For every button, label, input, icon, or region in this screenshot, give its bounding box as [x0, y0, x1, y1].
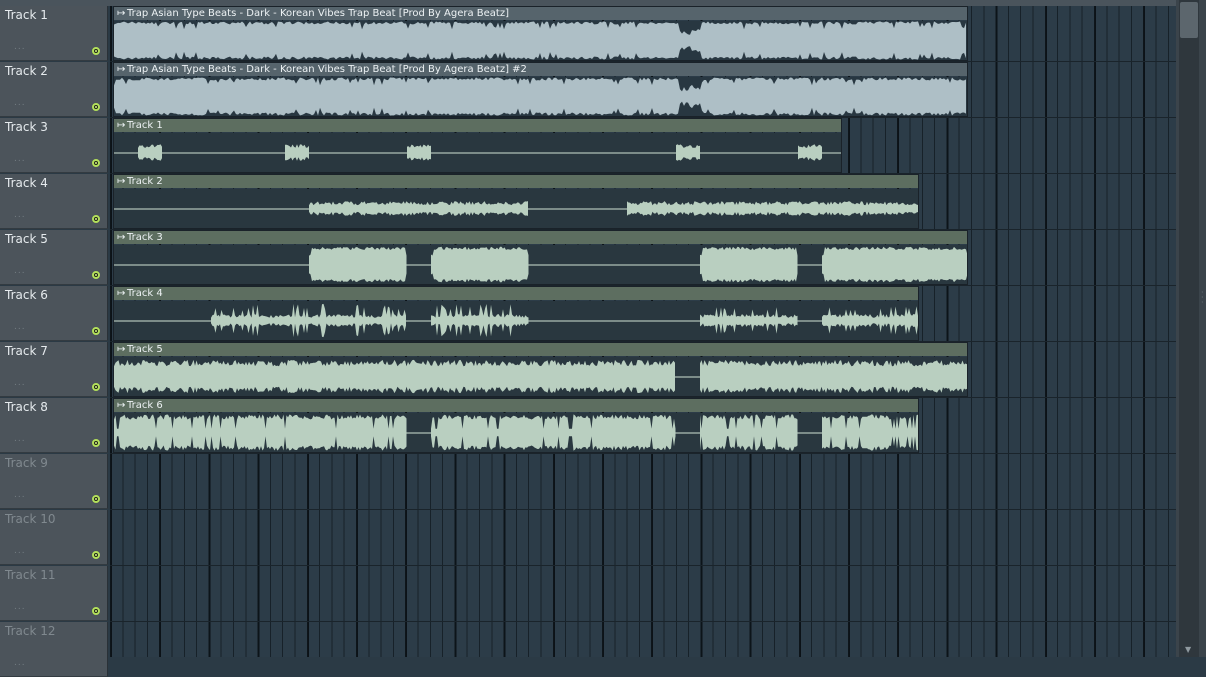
track-header[interactable]: Track 10... [0, 510, 108, 565]
play-arrow-icon: ↦ [117, 288, 126, 299]
track-options-dots[interactable]: ... [14, 378, 26, 388]
track-header[interactable]: Track 3... [0, 118, 108, 173]
play-arrow-icon: ↦ [117, 120, 126, 131]
track-header[interactable]: Track 11... [0, 566, 108, 621]
track-header[interactable]: Track 12... [0, 622, 108, 677]
track-name-label: Track 2 [5, 64, 48, 78]
clip-title-bar[interactable]: ↦ Track 5 [114, 343, 967, 356]
play-arrow-icon: ↦ [117, 344, 126, 355]
mute-led-icon[interactable] [92, 159, 100, 167]
track-options-dots[interactable]: ... [14, 42, 26, 52]
clip-label: Track 5 [127, 344, 163, 355]
clip-title-bar[interactable]: ↦ Track 2 [114, 175, 918, 188]
track-header[interactable]: Track 6... [0, 286, 108, 341]
pattern-clip[interactable]: ↦ Track 3 [113, 230, 968, 285]
clip-label: Track 4 [127, 288, 163, 299]
track-header[interactable]: Track 5... [0, 230, 108, 285]
mute-led-icon[interactable] [92, 215, 100, 223]
mute-led-icon[interactable] [92, 607, 100, 615]
track-options-dots[interactable]: ... [14, 602, 26, 612]
clip-label: Track 2 [127, 176, 163, 187]
row-separator [110, 565, 1176, 566]
waveform [114, 301, 918, 340]
scroll-down-arrow-icon[interactable]: ▼ [1185, 646, 1193, 654]
track-name-label: Track 9 [5, 456, 48, 470]
vertical-scrollbar[interactable]: ▼ · · · [1176, 0, 1206, 657]
clip-title-bar[interactable]: ↦ Track 3 [114, 231, 967, 244]
scrollbar-track[interactable] [1179, 0, 1199, 657]
track-options-dots[interactable]: ... [14, 98, 26, 108]
track-header[interactable]: Track 9... [0, 454, 108, 509]
play-arrow-icon: ↦ [117, 232, 126, 243]
track-options-dots[interactable]: ... [14, 434, 26, 444]
mute-led-icon[interactable] [92, 327, 100, 335]
waveform [114, 21, 967, 60]
track-name-label: Track 1 [5, 8, 48, 22]
track-options-dots[interactable]: ... [14, 490, 26, 500]
row-separator [110, 621, 1176, 622]
clip-label: Track 6 [127, 400, 163, 411]
play-arrow-icon: ↦ [117, 176, 126, 187]
waveform [114, 189, 918, 228]
track-name-label: Track 3 [5, 120, 48, 134]
track-header[interactable]: Track 8... [0, 398, 108, 453]
track-options-dots[interactable]: ... [14, 266, 26, 276]
mute-led-icon[interactable] [92, 551, 100, 559]
clip-label: Track 3 [127, 232, 163, 243]
audio-clip[interactable]: ↦ Trap Asian Type Beats - Dark - Korean V… [113, 6, 968, 61]
play-arrow-icon: ↦ [117, 400, 126, 411]
pattern-clip[interactable]: ↦ Track 1 [113, 118, 842, 173]
playlist-grid[interactable]: ↦ Trap Asian Type Beats - Dark - Korean V… [110, 6, 1176, 657]
waveform [114, 413, 918, 452]
mute-led-icon[interactable] [92, 383, 100, 391]
mute-led-icon[interactable] [92, 103, 100, 111]
resize-grip-icon[interactable]: · · · [1201, 289, 1204, 320]
play-arrow-icon: ↦ [117, 64, 126, 75]
clip-label: Track 1 [127, 120, 163, 131]
track-header[interactable]: Track 1... [0, 6, 108, 61]
track-name-label: Track 4 [5, 176, 48, 190]
waveform [114, 357, 967, 396]
track-options-dots[interactable]: ... [14, 322, 26, 332]
mute-led-icon[interactable] [92, 495, 100, 503]
track-headers: Track 1... Track 2... Track 3... Track 4...… [0, 6, 110, 677]
clip-title-bar[interactable]: ↦ Trap Asian Type Beats - Dark - Korean V… [114, 7, 967, 20]
track-name-label: Track 7 [5, 344, 48, 358]
scrollbar-thumb[interactable] [1180, 2, 1198, 38]
track-options-dots[interactable]: ... [14, 658, 26, 668]
clip-title-bar[interactable]: ↦ Track 4 [114, 287, 918, 300]
mute-led-icon[interactable] [92, 47, 100, 55]
row-separator [110, 453, 1176, 454]
track-name-label: Track 8 [5, 400, 48, 414]
clip-label: Trap Asian Type Beats - Dark - Korean Vi… [127, 64, 527, 75]
pattern-clip[interactable]: ↦ Track 5 [113, 342, 968, 397]
clip-title-bar[interactable]: ↦ Track 6 [114, 399, 918, 412]
clip-title-bar[interactable]: ↦ Track 1 [114, 119, 841, 132]
mute-led-icon[interactable] [92, 439, 100, 447]
pattern-clip[interactable]: ↦ Track 4 [113, 286, 919, 341]
track-header[interactable]: Track 4... [0, 174, 108, 229]
pattern-clip[interactable]: ↦ Track 2 [113, 174, 919, 229]
track-options-dots[interactable]: ... [14, 546, 26, 556]
track-name-label: Track 5 [5, 232, 48, 246]
audio-clip[interactable]: ↦ Trap Asian Type Beats - Dark - Korean V… [113, 62, 968, 117]
track-name-label: Track 12 [5, 624, 56, 638]
waveform [114, 77, 967, 116]
track-options-dots[interactable]: ... [14, 210, 26, 220]
track-header[interactable]: Track 2... [0, 62, 108, 117]
clip-title-bar[interactable]: ↦ Trap Asian Type Beats - Dark - Korean V… [114, 63, 967, 76]
waveform [114, 245, 967, 284]
track-name-label: Track 6 [5, 288, 48, 302]
track-name-label: Track 11 [5, 568, 56, 582]
mute-led-icon[interactable] [92, 271, 100, 279]
pattern-clip[interactable]: ↦ Track 6 [113, 398, 919, 453]
track-options-dots[interactable]: ... [14, 154, 26, 164]
track-header[interactable]: Track 7... [0, 342, 108, 397]
clip-label: Trap Asian Type Beats - Dark - Korean Vi… [127, 8, 509, 19]
waveform [114, 133, 841, 172]
play-arrow-icon: ↦ [117, 8, 126, 19]
row-separator [110, 509, 1176, 510]
track-name-label: Track 10 [5, 512, 56, 526]
